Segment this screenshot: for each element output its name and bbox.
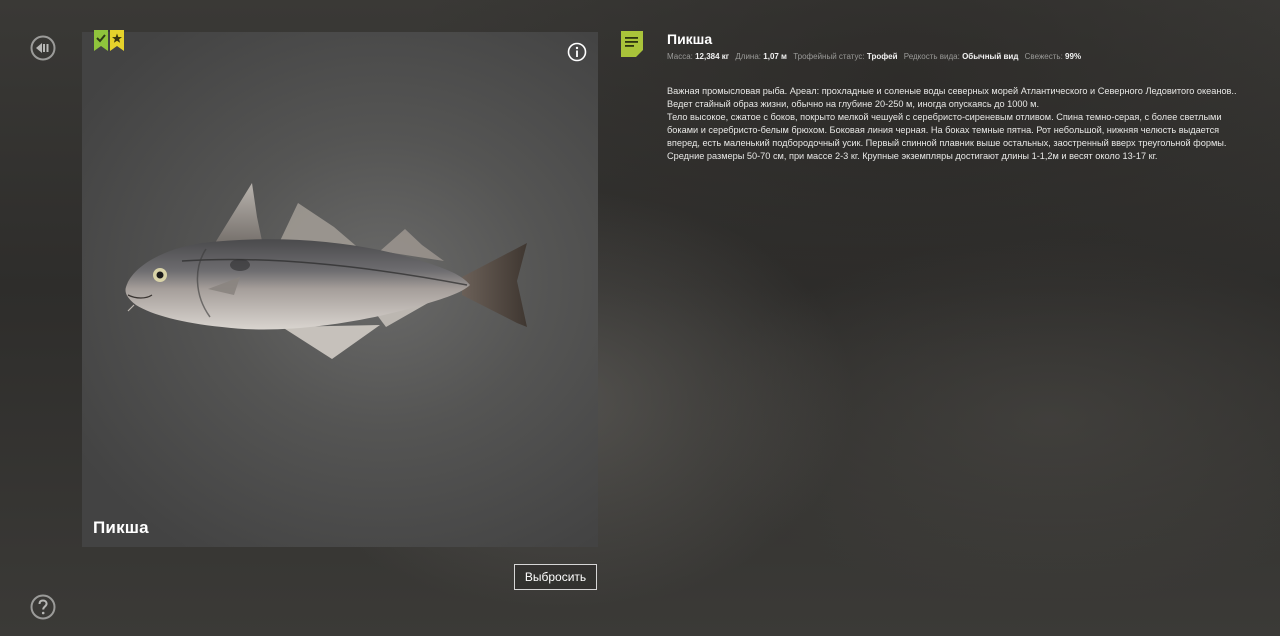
length-label: Длина: [735,52,762,61]
fish-description: Важная промысловая рыба. Ареал: прохладн… [667,85,1247,163]
check-badge-icon [94,30,108,51]
description-paragraph: Тело высокое, сжатое с боков, покрыто ме… [667,112,1227,161]
rarity-label: Редкость вида: [903,52,960,61]
back-arrow-icon[interactable] [30,35,56,61]
trophy-value: Трофей [866,52,898,61]
note-icon [621,31,643,57]
info-icon[interactable] [567,42,587,62]
discard-button[interactable]: Выбросить [514,564,597,590]
badge-group [94,30,124,51]
fish-title: Пикша [667,31,713,47]
haddock-fish-image [125,183,527,359]
star-badge-icon [110,30,124,51]
description-paragraph: Важная промысловая рыба. Ареал: прохладн… [667,86,1237,109]
fish-stats: Масса: 12,384 кг Длина: 1,07 м Трофейный… [667,52,1081,61]
length-value: 1,07 м [763,52,787,61]
freshness-label: Свежесть: [1024,52,1063,61]
mass-value: 12,384 кг [695,52,730,61]
mass-label: Масса: [667,52,693,61]
fish-card: Пикша [82,30,598,547]
card-fish-name: Пикша [93,518,149,537]
help-icon[interactable] [30,594,56,620]
rarity-value: Обычный вид [962,52,1019,61]
trophy-label: Трофейный статус: [793,52,865,61]
freshness-value: 99% [1065,52,1082,61]
